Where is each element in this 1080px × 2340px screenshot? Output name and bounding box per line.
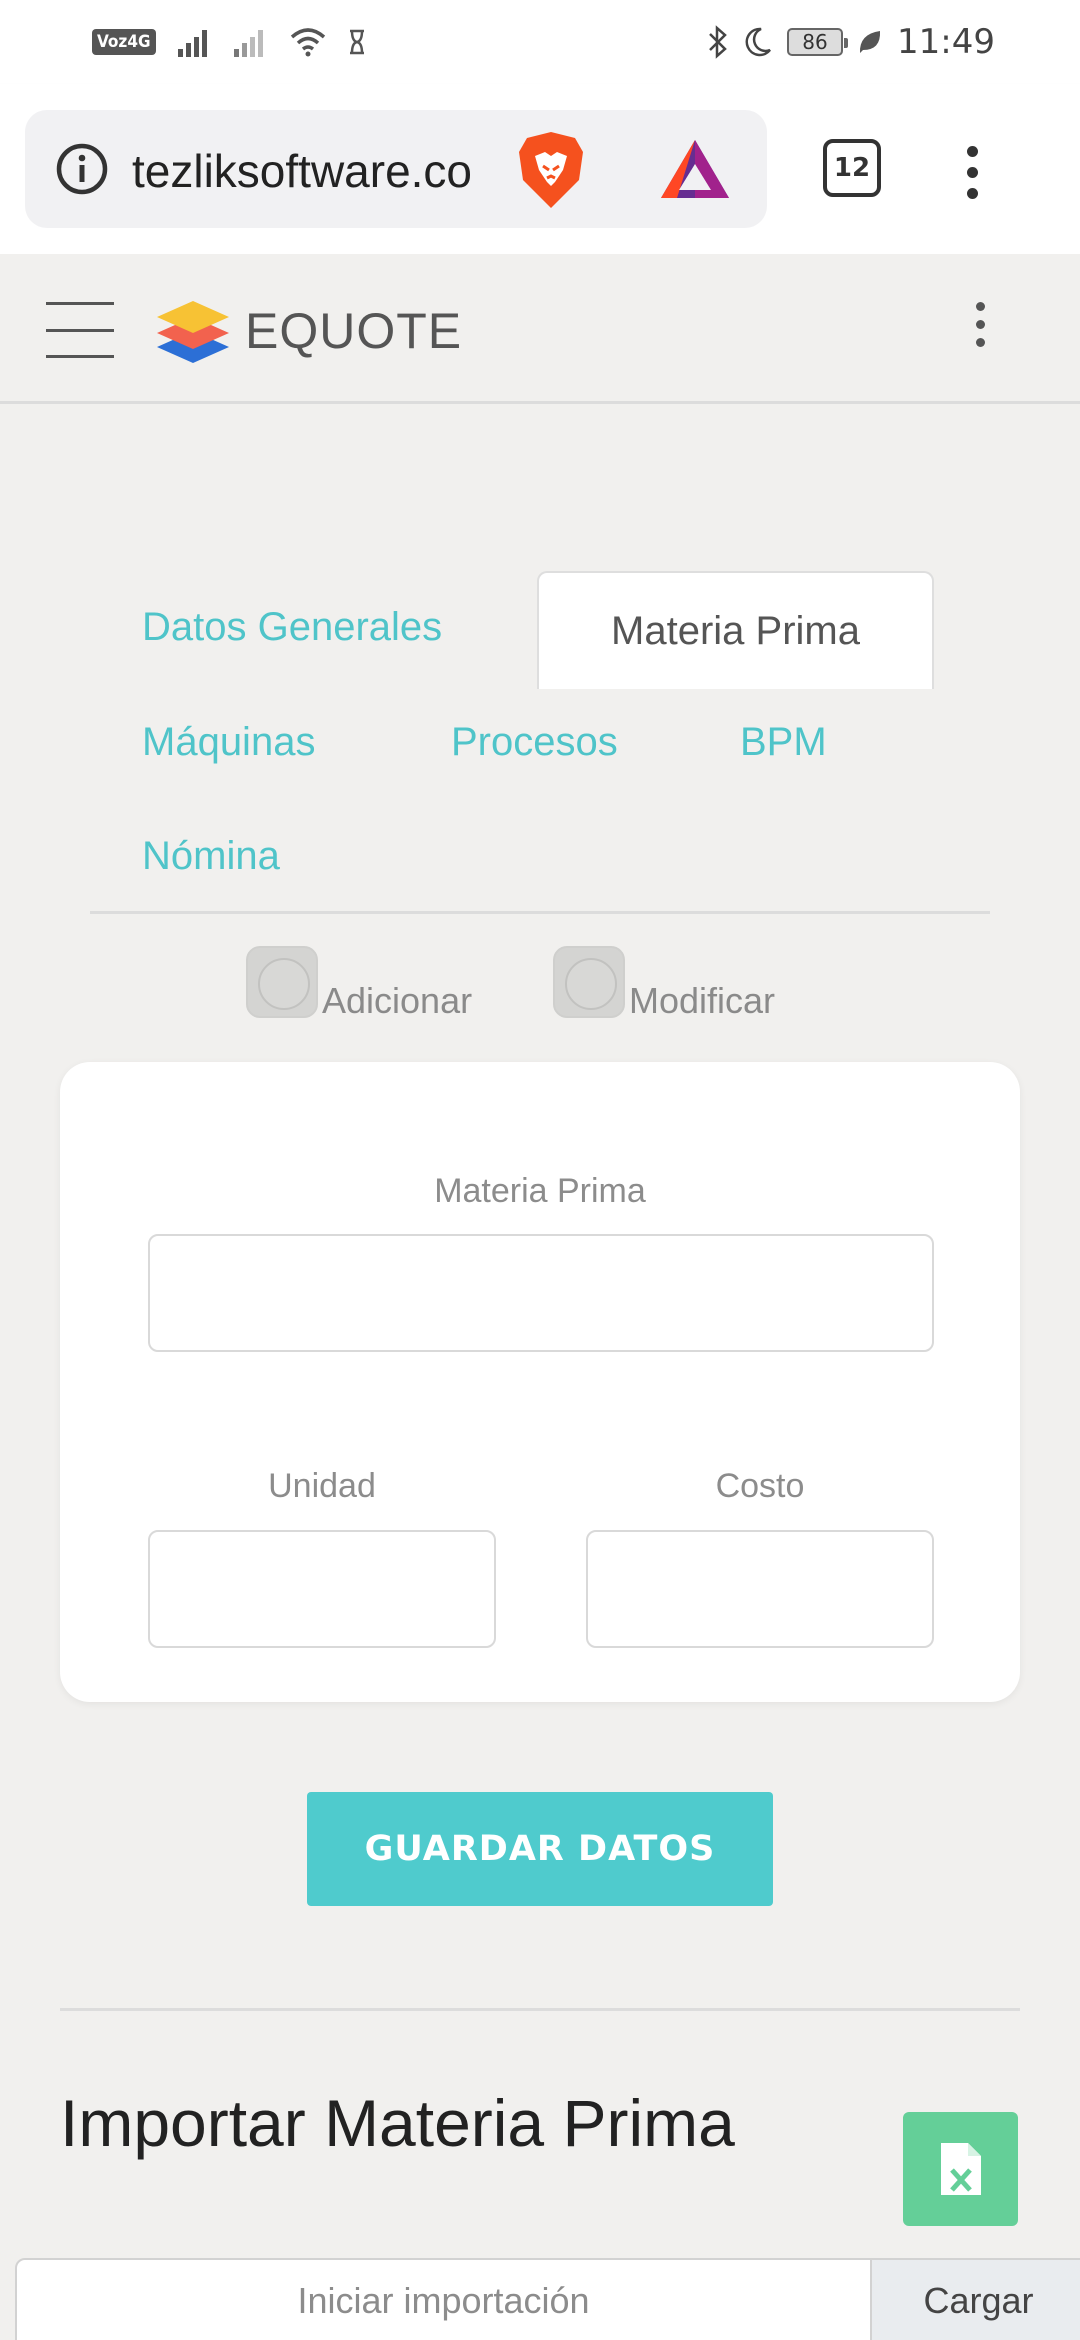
materia-prima-form-card: Materia Prima Unidad Costo [60, 1062, 1020, 1702]
network-badge: Voz4G [92, 29, 156, 55]
materia-prima-label: Materia Prima [434, 1172, 646, 1210]
info-icon[interactable] [55, 142, 109, 196]
app-header: EQUOTE [0, 254, 1080, 404]
adicionar-label: Adicionar [322, 980, 473, 1021]
moon-icon [745, 27, 771, 57]
unidad-input[interactable] [148, 1530, 496, 1648]
import-file-input[interactable]: Iniciar importación Cargar [15, 2258, 1080, 2340]
tab-nomina[interactable]: Nómina [142, 834, 280, 879]
brave-rewards-icon[interactable] [657, 136, 733, 202]
browser-menu-icon[interactable] [966, 146, 978, 199]
modificar-radio-button[interactable] [553, 946, 625, 1018]
app-menu-icon[interactable] [974, 302, 986, 347]
signal-2-icon [233, 30, 263, 57]
status-left: Voz4G [92, 24, 366, 60]
brand[interactable]: EQUOTE [155, 286, 462, 376]
import-section-title: Importar Materia Prima [60, 2086, 735, 2160]
section-divider [60, 2008, 1020, 2011]
tab-switcher-button[interactable]: 12 [823, 139, 881, 197]
url-text[interactable]: tezliksoftware.co [132, 144, 504, 198]
tab-datos-generales[interactable]: Datos Generales [142, 605, 442, 650]
load-button[interactable]: Cargar [870, 2260, 1080, 2340]
tab-procesos[interactable]: Procesos [451, 720, 618, 765]
radio-adicionar[interactable]: Adicionar [246, 942, 472, 1021]
battery-indicator: 86 [787, 28, 849, 56]
status-right: 86 11:49 [707, 22, 995, 62]
brave-shield-icon[interactable] [515, 130, 587, 210]
hamburger-menu-icon[interactable] [46, 302, 114, 358]
tab-maquinas[interactable]: Máquinas [142, 720, 315, 765]
excel-file-icon [940, 2143, 981, 2195]
tabs-divider [90, 911, 990, 914]
bluetooth-icon [709, 25, 727, 59]
radio-modificar[interactable]: Modificar [553, 942, 775, 1021]
wifi-icon [290, 28, 325, 57]
clock: 11:49 [897, 22, 995, 62]
hourglass-icon [349, 29, 364, 55]
costo-input[interactable] [586, 1530, 934, 1648]
materia-prima-input[interactable] [148, 1234, 934, 1352]
leaf-icon [859, 31, 881, 53]
signal-icon [177, 30, 207, 57]
excel-download-button[interactable] [903, 2112, 1018, 2226]
tab-bpm[interactable]: BPM [740, 720, 827, 765]
unidad-label: Unidad [268, 1467, 376, 1505]
adicionar-radio-button[interactable] [246, 946, 318, 1018]
browser-toolbar: tezliksoftware.co 12 [0, 84, 1080, 254]
logo-icon [157, 301, 229, 363]
address-bar[interactable]: tezliksoftware.co [25, 110, 767, 228]
modificar-label: Modificar [629, 980, 776, 1021]
tab-materia-prima[interactable]: Materia Prima [537, 571, 934, 689]
costo-label: Costo [715, 1467, 805, 1505]
brand-name: EQUOTE [245, 303, 463, 359]
status-bar: Voz4G 86 11:49 [0, 0, 1080, 84]
import-placeholder[interactable]: Iniciar importación [17, 2280, 870, 2322]
save-button[interactable]: GUARDAR DATOS [307, 1792, 773, 1906]
